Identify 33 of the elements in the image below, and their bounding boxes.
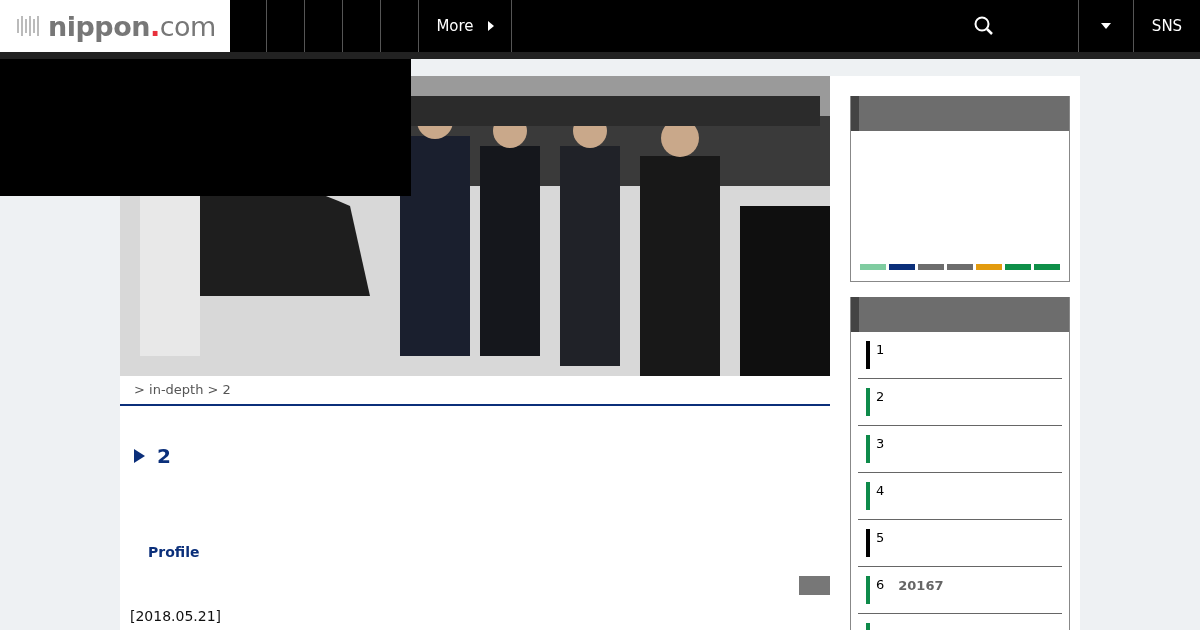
breadcrumb: > in-depth > 2 xyxy=(134,381,232,397)
small-button[interactable] xyxy=(799,576,830,595)
rank-number: 5 xyxy=(876,530,885,547)
ranking-item[interactable]: 1 xyxy=(858,332,1062,379)
rank-number: 1 xyxy=(876,342,885,359)
more-menu[interactable]: More xyxy=(419,0,512,52)
color-bar[interactable] xyxy=(889,264,915,270)
caret-icon xyxy=(1101,23,1111,29)
caret-icon xyxy=(487,21,494,31)
color-bar[interactable] xyxy=(1005,264,1031,270)
ranking-item[interactable]: 4 xyxy=(858,473,1062,520)
rank-number: 2 xyxy=(876,389,885,406)
nav-tab[interactable] xyxy=(266,0,305,52)
ranking-item[interactable]: 6 20167 xyxy=(858,567,1062,614)
triangle-icon xyxy=(134,449,145,463)
article-heading: 2 xyxy=(157,444,171,468)
color-bar[interactable] xyxy=(1034,264,1060,270)
sns-link[interactable]: SNS xyxy=(1133,0,1200,52)
color-bar[interactable] xyxy=(976,264,1002,270)
rank-number: 6 xyxy=(876,577,885,594)
color-bar[interactable] xyxy=(918,264,944,270)
ranking-item[interactable]: 2 xyxy=(858,379,1062,426)
color-bar[interactable] xyxy=(860,264,886,270)
ranking-title: 20167 xyxy=(898,578,944,595)
rank-number: 4 xyxy=(876,483,885,500)
color-bar[interactable] xyxy=(947,264,973,270)
logo-icon xyxy=(16,14,40,38)
profile-label: Profile xyxy=(148,544,201,560)
search-icon[interactable] xyxy=(974,16,994,36)
rank-number: 3 xyxy=(876,436,885,453)
article-date: [2018.05.21] xyxy=(130,608,223,624)
ranking-item[interactable]: 3 xyxy=(858,426,1062,473)
ranking-item[interactable]: 5 xyxy=(858,520,1062,567)
